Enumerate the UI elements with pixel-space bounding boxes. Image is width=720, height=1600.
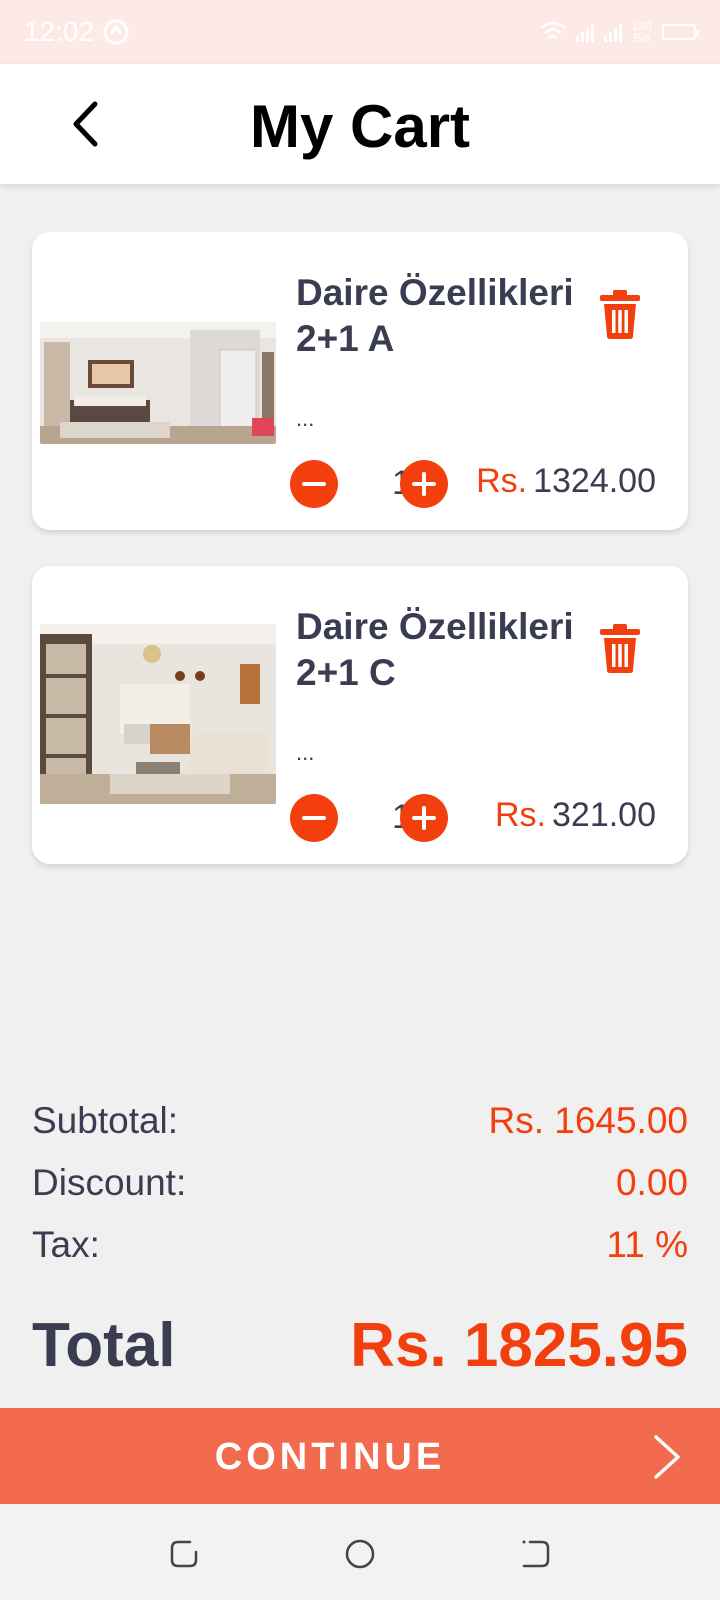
plus-icon[interactable] xyxy=(400,460,448,508)
item-price: Rs. 321.00 xyxy=(495,796,656,835)
item-title: Daire Özellikleri 2+1 A xyxy=(296,270,596,362)
battery-icon xyxy=(662,24,699,40)
status-right: 188 B/s xyxy=(540,20,699,44)
plus-icon[interactable] xyxy=(400,794,448,842)
item-title-line1: Daire Özellikleri xyxy=(296,272,574,313)
currency-label: Rs. xyxy=(476,462,528,500)
discount-label: Discount: xyxy=(32,1162,187,1203)
signal-icon-2 xyxy=(603,22,622,42)
cart-item: Daire Özellikleri 2+1 A ... 1 Rs.1324.00 xyxy=(32,232,688,530)
minus-icon[interactable] xyxy=(290,794,338,842)
status-time: 12:02 xyxy=(24,16,95,47)
sync-icon xyxy=(103,19,129,45)
page-title: My Cart xyxy=(249,93,471,160)
total-label: Total xyxy=(32,1311,176,1380)
status-bar: 12:02 188 B/s xyxy=(0,0,720,64)
home-button[interactable] xyxy=(344,1538,376,1570)
bedroom-image xyxy=(40,322,276,444)
minus-icon[interactable] xyxy=(290,460,338,508)
trash-icon xyxy=(600,290,640,339)
product-image[interactable] xyxy=(40,624,276,804)
delete-item-button[interactable] xyxy=(598,622,642,674)
cart-item: Daire Özellikleri 2+1 C ... 1 Rs.321.00 xyxy=(32,566,688,864)
system-nav-bar xyxy=(0,1504,720,1600)
item-description: ... xyxy=(296,406,315,431)
total-row: Total Rs. 1825.95 xyxy=(32,1310,688,1381)
item-description: ... xyxy=(296,740,315,765)
back-nav-button[interactable] xyxy=(520,1538,552,1570)
chevron-right-icon xyxy=(654,1435,680,1479)
discount-row: Discount: 0.00 xyxy=(32,1162,688,1204)
discount-value: 0.00 xyxy=(615,1162,688,1203)
trash-icon xyxy=(600,624,640,673)
item-title-line1: Daire Özellikleri xyxy=(296,606,574,647)
wifi-icon xyxy=(540,21,566,39)
tax-row: Tax: 11 % xyxy=(32,1224,688,1266)
recents-icon xyxy=(170,1540,198,1568)
net-speed: 188 B/s xyxy=(632,20,652,44)
continue-label: CONTINUE xyxy=(214,1436,446,1478)
total-value: Rs. 1825.95 xyxy=(350,1311,688,1380)
tax-label: Tax: xyxy=(32,1224,100,1265)
tax-value: 11 % xyxy=(606,1224,688,1265)
subtotal-row: Subtotal: Rs. 1645.00 xyxy=(32,1100,688,1142)
home-icon xyxy=(345,1539,375,1569)
delete-item-button[interactable] xyxy=(598,288,642,340)
item-title: Daire Özellikleri 2+1 C xyxy=(296,604,596,696)
currency-label: Rs. xyxy=(495,796,546,834)
living-room-image xyxy=(40,624,276,804)
price-value: 1324.00 xyxy=(533,462,656,500)
price-value: 321.00 xyxy=(552,796,656,834)
subtotal-value: Rs. 1645.00 xyxy=(488,1100,688,1141)
back-nav-icon xyxy=(522,1540,550,1568)
item-title-line2: 2+1 A xyxy=(296,318,395,359)
item-title-line2: 2+1 C xyxy=(296,652,396,693)
subtotal-label: Subtotal: xyxy=(32,1100,179,1141)
net-speed-unit: B/s xyxy=(633,31,651,45)
product-image[interactable] xyxy=(40,322,276,444)
signal-icon xyxy=(575,22,594,42)
recents-button[interactable] xyxy=(168,1538,200,1570)
status-left: 12:02 xyxy=(24,16,130,48)
app-header: My Cart xyxy=(0,64,720,184)
continue-button[interactable]: CONTINUE xyxy=(0,1408,720,1504)
item-price: Rs. 1324.00 xyxy=(476,462,656,501)
